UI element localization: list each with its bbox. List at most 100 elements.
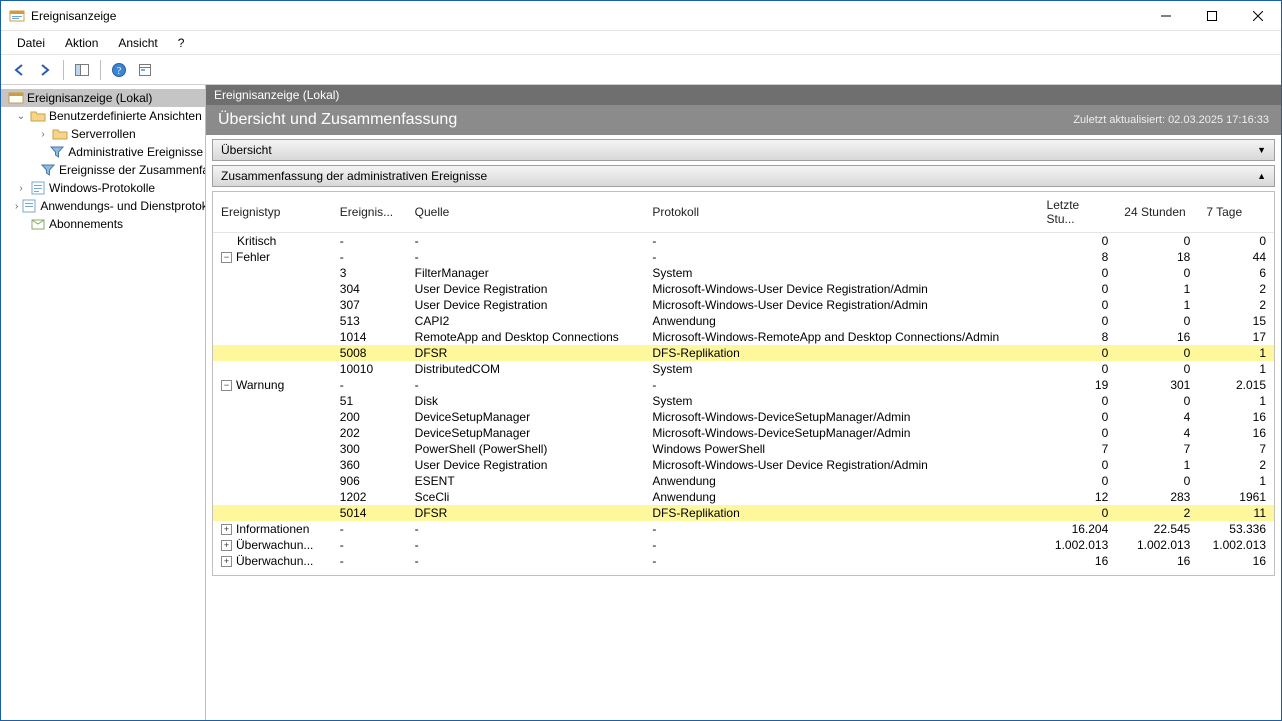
table-row[interactable]: 3FilterManagerSystem006	[213, 265, 1274, 281]
tree-pane[interactable]: Ereignisanzeige (Lokal) ⌄ Benutzerdefini…	[1, 85, 206, 720]
window-title: Ereignisanzeige	[31, 9, 1143, 23]
table-row[interactable]: 1014RemoteApp and Desktop ConnectionsMic…	[213, 329, 1274, 345]
event-source: DeviceSetupManager	[407, 425, 645, 441]
section-overview[interactable]: Übersicht ▼	[212, 139, 1275, 161]
table-row[interactable]: 300PowerShell (PowerShell)Windows PowerS…	[213, 441, 1274, 457]
tree-app-logs[interactable]: › Anwendungs- und Dienstprotokolle	[1, 197, 205, 215]
help-button[interactable]: ?	[107, 58, 131, 82]
tree-subscriptions[interactable]: Abonnements	[1, 215, 205, 233]
tree-custom-views[interactable]: ⌄ Benutzerdefinierte Ansichten	[1, 107, 205, 125]
event-hour: 12	[1039, 489, 1117, 505]
event-day: 301	[1116, 377, 1198, 393]
expand-icon[interactable]: +	[221, 556, 232, 567]
event-week: 16	[1198, 553, 1274, 569]
expand-icon[interactable]: +	[221, 540, 232, 551]
expand-icon[interactable]: +	[221, 524, 232, 535]
properties-button[interactable]	[133, 58, 157, 82]
maximize-button[interactable]	[1189, 1, 1235, 31]
table-row[interactable]: 51DiskSystem001	[213, 393, 1274, 409]
event-source: SceCli	[407, 489, 645, 505]
event-id: 1202	[332, 489, 407, 505]
svg-text:?: ?	[117, 66, 122, 77]
table-row[interactable]: +Überwachun...---1.002.0131.002.0131.002…	[213, 537, 1274, 553]
event-source: RemoteApp and Desktop Connections	[407, 329, 645, 345]
menu-ansicht[interactable]: Ansicht	[110, 34, 165, 52]
event-id: 307	[332, 297, 407, 313]
table-row[interactable]: −Fehler---81844	[213, 249, 1274, 265]
tree-abos-label: Abonnements	[49, 217, 123, 231]
event-week: 16	[1198, 409, 1274, 425]
tree-admin-events[interactable]: Administrative Ereignisse	[1, 143, 205, 161]
close-button[interactable]	[1235, 1, 1281, 31]
event-week: 16	[1198, 425, 1274, 441]
toolbar: ?	[1, 55, 1281, 85]
table-row[interactable]: 513CAPI2Anwendung0015	[213, 313, 1274, 329]
event-source: DistributedCOM	[407, 361, 645, 377]
event-week: 1	[1198, 361, 1274, 377]
event-id: 5014	[332, 505, 407, 521]
menu-aktion[interactable]: Aktion	[57, 34, 106, 52]
minimize-button[interactable]	[1143, 1, 1189, 31]
event-id: 304	[332, 281, 407, 297]
chevron-right-icon[interactable]: ›	[37, 129, 49, 140]
event-source: -	[407, 553, 645, 569]
table-row[interactable]: −Warnung---193012.015	[213, 377, 1274, 393]
table-row[interactable]: 5008DFSRDFS-Replikation001	[213, 345, 1274, 361]
back-button[interactable]	[7, 58, 31, 82]
col-log[interactable]: Protokoll	[644, 192, 1038, 233]
event-id: 906	[332, 473, 407, 489]
col-hour[interactable]: Letzte Stu...	[1039, 192, 1117, 233]
event-day: 4	[1116, 425, 1198, 441]
event-id: 513	[332, 313, 407, 329]
col-type[interactable]: Ereignistyp	[213, 192, 332, 233]
event-week: 0	[1198, 233, 1274, 250]
event-week: 6	[1198, 265, 1274, 281]
col-id[interactable]: Ereignis...	[332, 192, 407, 233]
tree-serverrollen[interactable]: › Serverrollen	[1, 125, 205, 143]
titlebar: Ereignisanzeige	[1, 1, 1281, 31]
event-source: PowerShell (PowerShell)	[407, 441, 645, 457]
tree-windows-logs[interactable]: › Windows-Protokolle	[1, 179, 205, 197]
chevron-down-icon[interactable]: ⌄	[15, 111, 27, 122]
col-week[interactable]: 7 Tage	[1198, 192, 1274, 233]
table-row[interactable]: 304User Device RegistrationMicrosoft-Win…	[213, 281, 1274, 297]
menu-help[interactable]: ?	[170, 34, 193, 52]
event-day: 0	[1116, 345, 1198, 361]
section-summary[interactable]: Zusammenfassung der administrativen Erei…	[212, 165, 1275, 187]
table-row[interactable]: 360User Device RegistrationMicrosoft-Win…	[213, 457, 1274, 473]
chevron-right-icon[interactable]: ›	[15, 183, 27, 194]
event-log: Anwendung	[644, 313, 1038, 329]
event-id: 300	[332, 441, 407, 457]
event-log: DFS-Replikation	[644, 345, 1038, 361]
event-source: DeviceSetupManager	[407, 409, 645, 425]
show-hide-tree-button[interactable]	[70, 58, 94, 82]
table-row[interactable]: 202DeviceSetupManagerMicrosoft-Windows-D…	[213, 425, 1274, 441]
table-row[interactable]: +Informationen---16.20422.54553.336	[213, 521, 1274, 537]
tree-root[interactable]: Ereignisanzeige (Lokal)	[1, 89, 205, 107]
event-hour: 8	[1039, 329, 1117, 345]
collapse-icon[interactable]: −	[221, 252, 232, 263]
table-row[interactable]: 307User Device RegistrationMicrosoft-Win…	[213, 297, 1274, 313]
chevron-right-icon[interactable]: ›	[15, 201, 18, 212]
col-src[interactable]: Quelle	[407, 192, 645, 233]
content-title: Ereignisanzeige (Lokal)	[206, 85, 1281, 105]
event-day: 16	[1116, 553, 1198, 569]
table-row[interactable]: 10010DistributedCOMSystem001	[213, 361, 1274, 377]
table-row[interactable]: 5014DFSRDFS-Replikation0211	[213, 505, 1274, 521]
event-type: Kritisch	[237, 234, 276, 248]
forward-button[interactable]	[33, 58, 57, 82]
table-row[interactable]: 906ESENTAnwendung001	[213, 473, 1274, 489]
table-row[interactable]: Kritisch---000	[213, 233, 1274, 250]
event-day: 1	[1116, 297, 1198, 313]
tree-summary-events[interactable]: Ereignisse der Zusammenfassung	[1, 161, 205, 179]
collapse-icon[interactable]: −	[221, 380, 232, 391]
event-hour: 16.204	[1039, 521, 1117, 537]
table-row[interactable]: 1202SceCliAnwendung122831961	[213, 489, 1274, 505]
event-log: -	[644, 553, 1038, 569]
event-type: Fehler	[236, 250, 270, 264]
col-day[interactable]: 24 Stunden	[1116, 192, 1198, 233]
table-row[interactable]: +Überwachun...---161616	[213, 553, 1274, 569]
event-day: 0	[1116, 313, 1198, 329]
menu-datei[interactable]: Datei	[9, 34, 53, 52]
table-row[interactable]: 200DeviceSetupManagerMicrosoft-Windows-D…	[213, 409, 1274, 425]
